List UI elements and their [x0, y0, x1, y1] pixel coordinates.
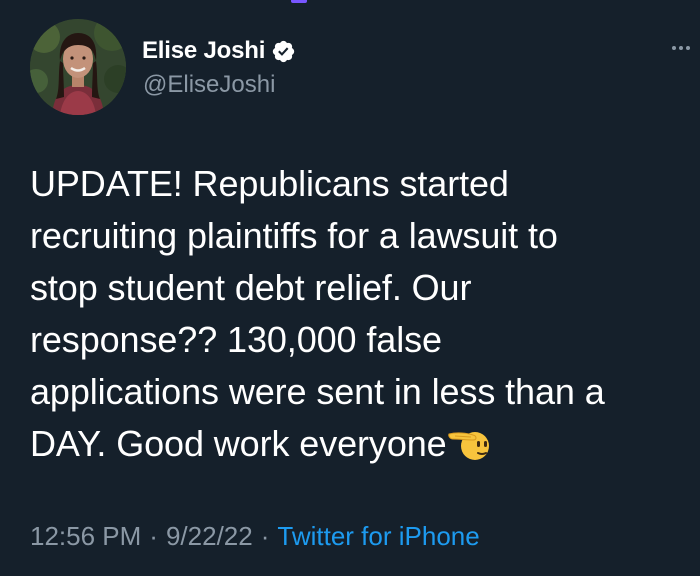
more-dot: [672, 46, 676, 50]
tweet-text-line: DAY. Good work everyone: [30, 423, 447, 464]
tweet-last-line: DAY. Good work everyone: [30, 418, 690, 470]
meta-separator: ·: [149, 521, 158, 551]
tweet-meta: 12:56 PM · 9/22/22 · Twitter for iPhone: [30, 521, 480, 552]
tweet-text-line: stop student debt relief. Our: [30, 267, 472, 308]
tweet-text-line: applications were sent in less than a: [30, 371, 605, 412]
tweet-text-line: recruiting plaintiffs for a lawsuit to: [30, 215, 558, 256]
tweet-card: Elise Joshi @EliseJoshi UPDATE! Republic…: [0, 0, 700, 576]
author-display-name[interactable]: Elise Joshi: [142, 37, 265, 65]
tweet-text-line: UPDATE! Republicans started: [30, 163, 509, 204]
verified-badge-icon: [271, 39, 296, 64]
more-dot: [686, 46, 690, 50]
avatar-photo: [30, 19, 126, 115]
tweet-time[interactable]: 12:56 PM: [30, 521, 141, 552]
author-handle[interactable]: @EliseJoshi: [143, 71, 275, 99]
tweet-date[interactable]: 9/22/22: [166, 521, 253, 552]
author-name-row[interactable]: Elise Joshi: [142, 36, 296, 66]
more-dot: [679, 46, 683, 50]
meta-separator: ·: [260, 521, 270, 551]
tweet-source-link[interactable]: Twitter for iPhone: [277, 521, 479, 552]
more-options-icon[interactable]: [672, 40, 700, 56]
avatar[interactable]: [30, 19, 126, 115]
tweet-text: UPDATE! Republicans started recruiting p…: [30, 158, 690, 470]
saluting-face-emoji-icon: [447, 424, 493, 464]
tweet-text-line: response?? 130,000 false: [30, 319, 442, 360]
